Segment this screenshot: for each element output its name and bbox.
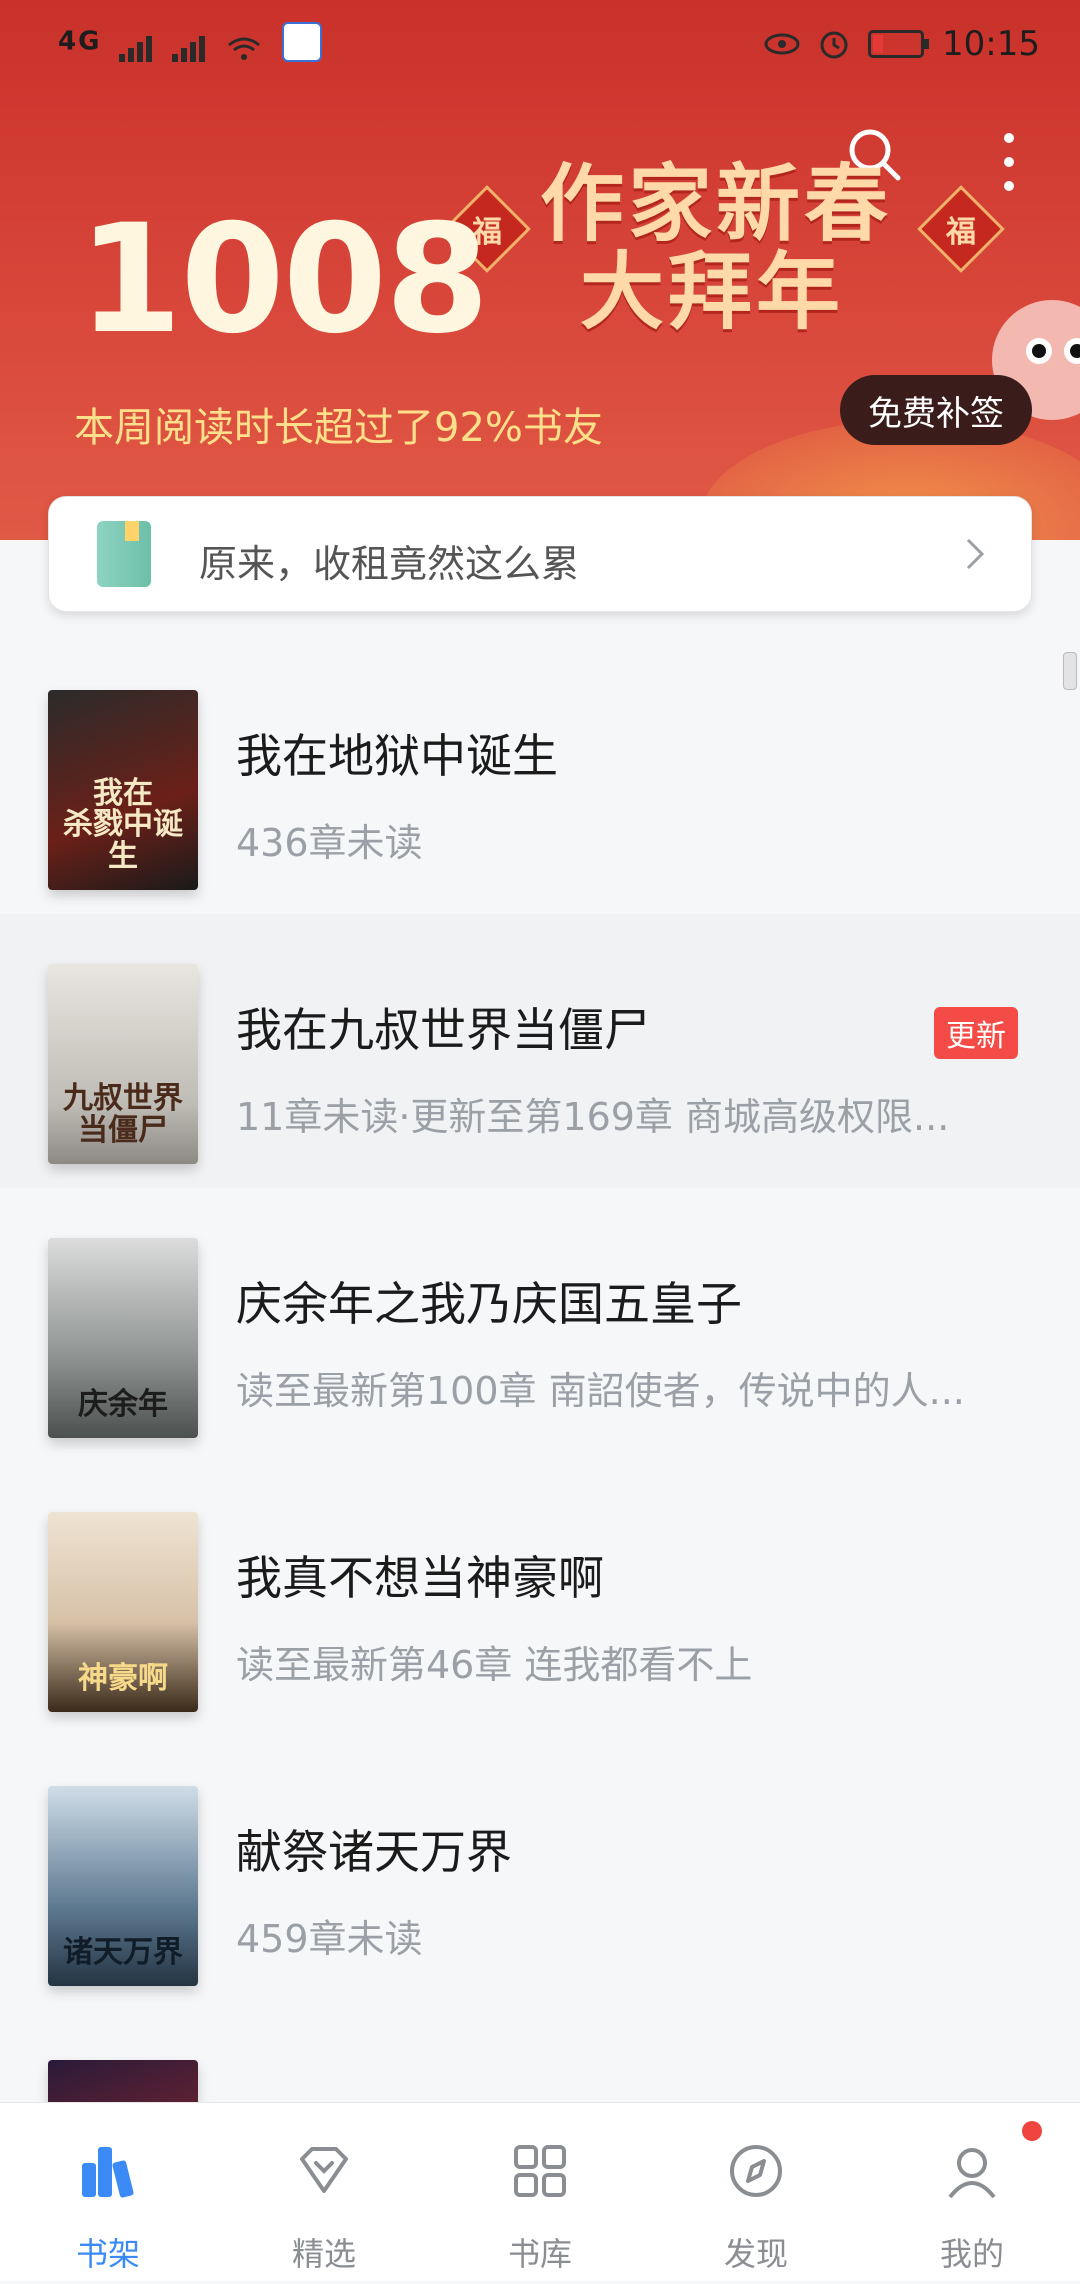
eye-icon: [764, 33, 800, 55]
book-progress: 11章未读·更新至第169章 商城高级权限...: [236, 1095, 950, 1139]
tab-profile[interactable]: 我的: [864, 2103, 1080, 2281]
book-cover: 庆余年: [48, 1238, 198, 1438]
update-badge: 更新: [934, 1007, 1018, 1059]
book-title: 献祭诸天万界: [236, 1825, 512, 1879]
bookshelf-icon: [82, 2147, 134, 2198]
status-left: 4G: [58, 22, 322, 62]
network-label: 4G: [58, 26, 102, 57]
profile-icon: [948, 2148, 996, 2199]
book-title: 我在九叔世界当僵尸: [236, 1003, 650, 1057]
promo-title: 作家新春 大拜年: [540, 155, 893, 342]
chevron-right-icon: [966, 538, 985, 570]
notice-card[interactable]: 原来，收租竟然这么累: [48, 496, 1032, 612]
promo-line-1: 作家新春: [540, 155, 893, 253]
more-icon[interactable]: [1002, 130, 1016, 194]
tab-discover[interactable]: 发现: [648, 2103, 864, 2281]
book-row[interactable]: 诸天万界 献祭诸天万界 459章未读: [0, 1736, 1080, 2010]
book-cover: 神豪啊: [48, 1512, 198, 1712]
tab-bookshelf[interactable]: 书架: [0, 2103, 216, 2281]
tab-label: 发现: [723, 2235, 788, 2273]
book-cover: 九叔世界当僵尸: [48, 964, 198, 1164]
reading-minutes: 1008: [78, 193, 489, 367]
book-row[interactable]: 神豪啊 我真不想当神豪啊 读至最新第46章 连我都看不上: [0, 1462, 1080, 1736]
book-progress: 读至最新第100章 南詔使者，传说中的人...: [236, 1369, 965, 1413]
hero-banner[interactable]: 4G 10:15 福 福 作家新春 大拜年 1008 本周阅读时长超过了92%书…: [0, 0, 1080, 540]
promo-line-2: 大拜年: [580, 243, 845, 342]
notice-text: 原来，收租竟然这么累: [199, 542, 580, 586]
book-cover: 诸天万界: [48, 1786, 198, 1986]
book-icon: [97, 521, 151, 587]
baidu-app-icon: [281, 22, 322, 62]
tab-label: 书库: [507, 2235, 572, 2273]
wifi-icon: [227, 37, 260, 60]
signal-icon: [118, 32, 155, 62]
tab-label: 我的: [939, 2235, 1004, 2273]
book-row[interactable]: 九叔世界当僵尸 我在九叔世界当僵尸 更新 11章未读·更新至第169章 商城高级…: [0, 914, 1080, 1188]
reading-rank-text: 本周阅读时长超过了92%书友: [74, 405, 603, 451]
book-title: 庆余年之我乃庆国五皇子: [236, 1277, 742, 1331]
book-title: 我在地狱中诞生: [236, 729, 558, 783]
tab-featured[interactable]: 精选: [216, 2103, 432, 2281]
tab-label: 书架: [75, 2235, 140, 2273]
tab-label: 精选: [291, 2235, 356, 2273]
book-row[interactable]: 我在 杀戮中诞生 我在地狱中诞生 436章未读: [0, 640, 1080, 914]
status-right: 10:15: [764, 24, 1040, 64]
bookshelf-list: 我在 杀戮中诞生 我在地狱中诞生 436章未读 九叔世界当僵尸 我在九叔世界当僵…: [0, 640, 1080, 2284]
diamond-icon: [300, 2147, 348, 2193]
status-bar: 4G 10:15: [0, 0, 1080, 90]
book-row[interactable]: 庆余年 庆余年之我乃庆国五皇子 读至最新第100章 南詔使者，传说中的人...: [0, 1188, 1080, 1462]
compass-icon: [730, 2145, 782, 2197]
free-checkin-button[interactable]: 免费补签: [840, 375, 1032, 445]
book-progress: 436章未读: [236, 821, 423, 865]
book-progress: 459章未读: [236, 1917, 423, 1961]
book-cover: 我在 杀戮中诞生: [48, 690, 198, 890]
notification-dot: [1022, 2121, 1042, 2141]
fu-ornament-right: 福: [917, 185, 1005, 273]
tab-library[interactable]: 书库: [432, 2103, 648, 2281]
book-title: 我真不想当神豪啊: [236, 1551, 604, 1605]
grid-icon: [514, 2145, 566, 2197]
battery-icon: [868, 30, 930, 58]
clock: 10:15: [942, 24, 1040, 64]
signal-icon-2: [171, 32, 208, 62]
book-progress: 读至最新第46章 连我都看不上: [236, 1643, 753, 1687]
alarm-icon: [820, 31, 848, 59]
bottom-tab-bar: 书架 精选 书库 发现 我的: [0, 2102, 1080, 2281]
